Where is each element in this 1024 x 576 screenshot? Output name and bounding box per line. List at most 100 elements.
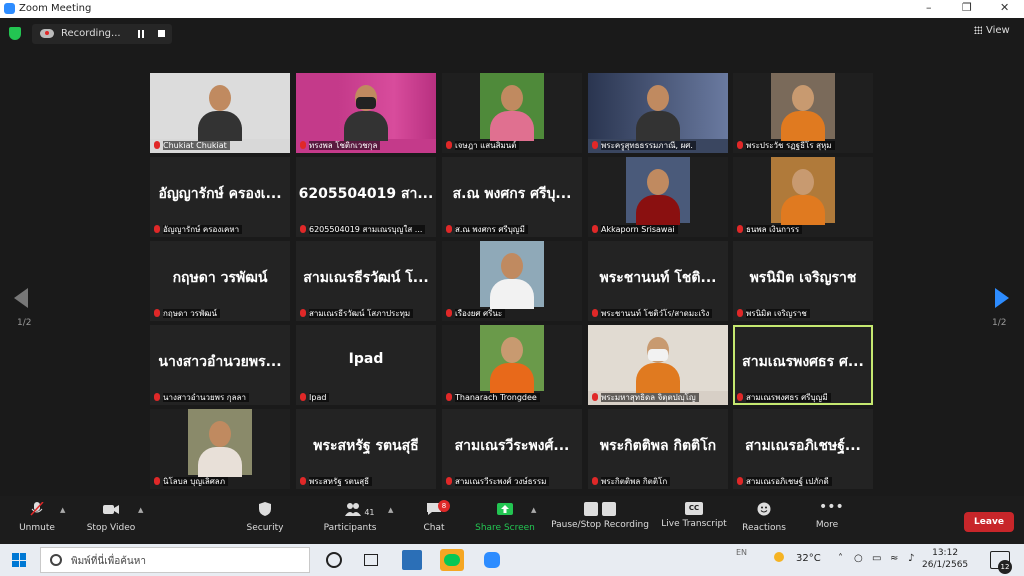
participant-tile[interactable]: พระมหาสุทธิดล จิตฺตปญฺโญ: [588, 325, 728, 405]
participant-tile[interactable]: ทรงพล โชติกเวชกุล: [296, 73, 436, 153]
chat-unread-badge: 8: [438, 500, 450, 512]
participant-name: สามเณรวีระพงศ์ วงษ์ธรรม: [455, 477, 550, 486]
participant-name: พระครูสุทธธรรมภาณี, ผศ.: [601, 141, 696, 150]
muted-mic-icon: [154, 141, 160, 149]
participant-tile[interactable]: พระกิตติพล กิตติโก พระกิตติพล กิตติโก: [588, 409, 728, 489]
video-camera-icon: [103, 505, 119, 514]
pause-stop-recording-button[interactable]: Pause/Stop Recording: [550, 502, 650, 530]
encryption-shield-icon[interactable]: [9, 27, 21, 40]
security-button[interactable]: Security: [244, 502, 286, 533]
muted-mic-icon: [446, 309, 452, 317]
participant-name-bar: ทรงพล โชติกเวชกุล: [296, 139, 436, 153]
participant-display-name: กฤษดา วรพัฒน์: [172, 270, 268, 286]
person-silhouette: [647, 169, 669, 195]
participant-tile[interactable]: Thanarach Trongdee: [442, 325, 582, 405]
participant-display-name: Ipad: [348, 351, 384, 367]
participant-name: เรืองยศ ศรีนะ: [455, 309, 506, 318]
more-dots-icon: •••: [819, 499, 844, 515]
participant-tile[interactable]: พระชานนท์ โชติ... พระชานนท์ โชติวํโร/สาดม…: [588, 241, 728, 321]
participants-chevron-icon[interactable]: ▲: [388, 506, 393, 514]
participant-tile[interactable]: Chukiat Chukiat: [150, 73, 290, 153]
volume-icon[interactable]: ♪: [908, 553, 914, 564]
participant-tile[interactable]: Akkaporn Srisawai: [588, 157, 728, 237]
participant-tile[interactable]: สามเณรธีรวัฒน์ โ... สามเณรธีรวัฒน์ โสภาปร…: [296, 241, 436, 321]
task-view-icon[interactable]: [360, 550, 380, 570]
audio-options-chevron-icon[interactable]: ▲: [60, 506, 65, 514]
participants-button[interactable]: 41 Participants: [320, 502, 380, 533]
participant-name: Ipad: [309, 393, 330, 402]
network-icon[interactable]: ○: [854, 553, 863, 564]
participant-tile[interactable]: Ipad Ipad: [296, 325, 436, 405]
participant-name: สามเณรธีรวัฒน์ โสภาประทุม: [309, 309, 414, 318]
participant-tile[interactable]: สามเณรวีระพงศ์... สามเณรวีระพงศ์ วงษ์ธรรม: [442, 409, 582, 489]
view-button[interactable]: View: [974, 25, 1010, 36]
person-body: [490, 363, 534, 393]
muted-mic-icon: [592, 477, 598, 485]
participant-video: [296, 73, 436, 141]
language-indicator[interactable]: EN: [736, 548, 747, 557]
weather-sun-icon[interactable]: [774, 552, 784, 562]
participant-tile[interactable]: กฤษดา วรพัฒน์ กฤษดา วรพัฒน์: [150, 241, 290, 321]
participant-tile[interactable]: เรืองยศ ศรีนะ: [442, 241, 582, 321]
windows-start-icon[interactable]: [12, 553, 26, 567]
live-transcript-button[interactable]: CC Live Transcript: [660, 502, 728, 529]
participant-tile[interactable]: สามเณรพงศธร ศ... สามเณรพงศธร ศรีบุญมี: [733, 325, 873, 405]
participant-tile[interactable]: นิโลบล บุญเลิศลภ: [150, 409, 290, 489]
battery-icon[interactable]: ▭: [872, 553, 881, 564]
participant-name-bar: สามเณรพงศธร ศรีบุญมี: [733, 391, 873, 405]
muted-mic-icon: [300, 393, 306, 401]
zoom-app-icon[interactable]: [482, 550, 502, 570]
participant-tile[interactable]: สามเณรอภิเชษฐ์... สามเณรอภิเชษฐ์ เปภักดี: [733, 409, 873, 489]
stop-recording-icon[interactable]: [158, 30, 165, 37]
participant-name-bar: สามเณรวีระพงศ์ วงษ์ธรรม: [442, 475, 582, 489]
more-button[interactable]: ••• More: [812, 499, 844, 530]
leave-button[interactable]: Leave: [964, 512, 1014, 532]
minimize-button[interactable]: –: [926, 1, 932, 14]
participant-display-name: พรนิมิต เจริญราช: [749, 270, 857, 286]
taskbar-search-box[interactable]: พิมพ์ที่นี่เพื่อค้นหา: [40, 547, 310, 573]
participant-tile[interactable]: ธนพล เงินการร: [733, 157, 873, 237]
participant-name: 6205504019 สามเณรบุญใส ...: [309, 225, 426, 234]
photos-app-icon[interactable]: [402, 550, 422, 570]
pause-recording-icon[interactable]: [138, 30, 144, 38]
meeting-area: Recording... View 1/2 1/2 Chukiat Chukia…: [0, 18, 1024, 496]
participant-tile[interactable]: อัญญารักษ์ ครองเ... อัญญารักษ์ ครองเคหา: [150, 157, 290, 237]
person-silhouette: [647, 85, 669, 111]
participant-tile[interactable]: ส.ณ พงศกร ศรีบุ... ส.ณ พงศกร ศรีบุญมี: [442, 157, 582, 237]
participant-video: [480, 241, 544, 309]
participant-name-bar: พระสหรัฐ รตนสุธี: [296, 475, 436, 489]
participant-name: สามเณรอภิเชษฐ์ เปภักดี: [746, 477, 832, 486]
previous-page-arrow-icon[interactable]: [14, 288, 28, 308]
participant-tile[interactable]: พระสหรัฐ รตนสุธี พระสหรัฐ รตนสุธี: [296, 409, 436, 489]
participant-tile[interactable]: พระประวัช รฏฐธีโร สุหุม: [733, 73, 873, 153]
stop-video-button[interactable]: Stop Video: [84, 502, 138, 533]
participant-tile[interactable]: เจษฎา แสนสิมนต์: [442, 73, 582, 153]
window-titlebar: Zoom Meeting – ❐ ✕: [0, 0, 1024, 18]
show-hidden-icons-chevron-icon[interactable]: ˄: [838, 553, 843, 564]
participant-tile[interactable]: นางสาวอำนวยพร... นางสาวอำนวยพร กุลลา: [150, 325, 290, 405]
person-silhouette: [792, 85, 814, 111]
participant-name: พระประวัช รฏฐธีโร สุหุม: [746, 141, 835, 150]
participant-tile[interactable]: พรนิมิต เจริญราช พรนิมิต เจริญราช: [733, 241, 873, 321]
share-screen-button[interactable]: Share Screen: [472, 502, 538, 533]
reactions-button[interactable]: Reactions: [740, 502, 788, 533]
maximize-button[interactable]: ❐: [962, 1, 972, 14]
line-app-icon[interactable]: [440, 549, 464, 571]
cortana-icon[interactable]: [324, 550, 344, 570]
temperature[interactable]: 32°C: [796, 553, 821, 564]
unmute-button[interactable]: Unmute: [16, 501, 58, 533]
participant-display-name: สามเณรพงศธร ศ...: [742, 354, 864, 370]
participant-tile[interactable]: พระครูสุทธธรรมภาณี, ผศ.: [588, 73, 728, 153]
video-options-chevron-icon[interactable]: ▲: [138, 506, 143, 514]
share-options-chevron-icon[interactable]: ▲: [531, 506, 536, 514]
next-page-arrow-icon[interactable]: [995, 288, 1009, 308]
muted-mic-icon: [300, 225, 306, 233]
person-body: [636, 195, 680, 225]
taskbar-clock[interactable]: 13:12 26/1/2565: [922, 547, 968, 571]
participant-tile[interactable]: 6205504019 สา... 6205504019 สามเณรบุญใส .…: [296, 157, 436, 237]
stop-icon: [602, 502, 616, 516]
close-button[interactable]: ✕: [1000, 1, 1009, 14]
wifi-icon[interactable]: ≈: [890, 553, 898, 564]
muted-mic-icon: [592, 393, 598, 401]
participant-name: อัญญารักษ์ ครองเคหา: [163, 225, 243, 234]
